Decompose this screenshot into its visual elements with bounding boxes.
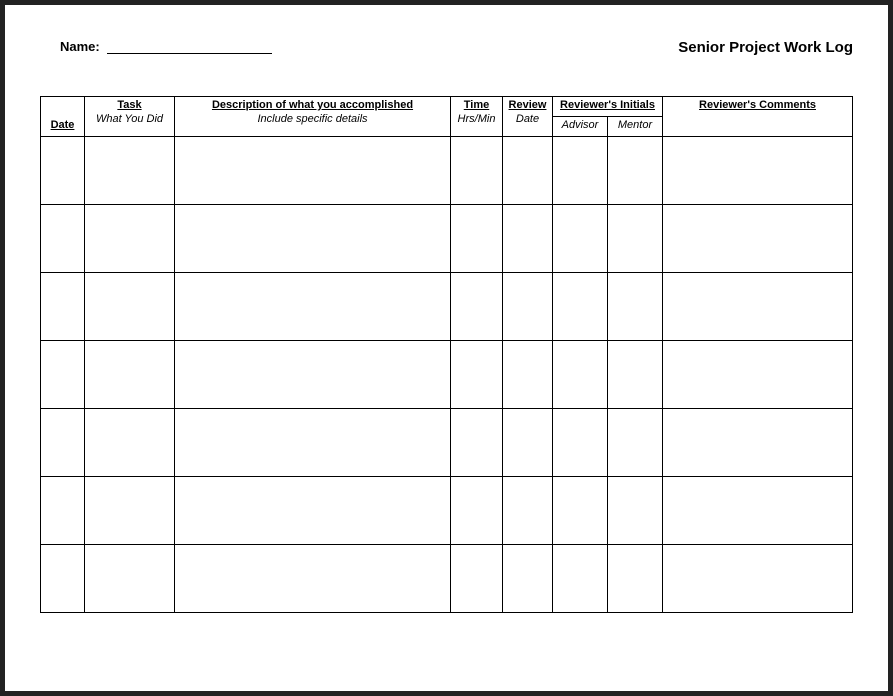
- table-cell[interactable]: [553, 136, 608, 204]
- table-cell[interactable]: [503, 136, 553, 204]
- table-row: [41, 204, 853, 272]
- table-cell[interactable]: [608, 476, 663, 544]
- table-cell[interactable]: [175, 408, 451, 476]
- table-cell[interactable]: [41, 476, 85, 544]
- table-cell[interactable]: [451, 408, 503, 476]
- table-cell[interactable]: [41, 272, 85, 340]
- table-cell[interactable]: [175, 340, 451, 408]
- table-body: [41, 136, 853, 612]
- col-task: Task What You Did: [85, 97, 175, 137]
- name-input-line[interactable]: [107, 53, 272, 54]
- col-mentor: Mentor: [608, 116, 663, 136]
- table-cell[interactable]: [41, 204, 85, 272]
- table-cell[interactable]: [663, 340, 853, 408]
- table-cell[interactable]: [663, 136, 853, 204]
- table-cell[interactable]: [175, 544, 451, 612]
- col-review: Review Date: [503, 97, 553, 137]
- table-cell[interactable]: [451, 136, 503, 204]
- table-cell[interactable]: [451, 204, 503, 272]
- table-row: [41, 476, 853, 544]
- table-cell[interactable]: [175, 272, 451, 340]
- name-label: Name:: [60, 39, 100, 54]
- col-time-label: Time: [453, 99, 500, 113]
- table-cell[interactable]: [503, 272, 553, 340]
- col-task-sub: What You Did: [87, 113, 172, 127]
- table-cell[interactable]: [553, 272, 608, 340]
- header-row-1: Date Task What You Did Description of wh…: [41, 97, 853, 117]
- name-field: Name:: [60, 39, 272, 54]
- table-cell[interactable]: [553, 544, 608, 612]
- table-row: [41, 340, 853, 408]
- table-cell[interactable]: [663, 408, 853, 476]
- col-review-label: Review: [505, 99, 550, 113]
- col-reviewer-initials: Reviewer's Initials: [553, 97, 663, 117]
- table-cell[interactable]: [553, 204, 608, 272]
- table-cell[interactable]: [663, 544, 853, 612]
- col-time: Time Hrs/Min: [451, 97, 503, 137]
- table-cell[interactable]: [608, 136, 663, 204]
- table-cell[interactable]: [451, 544, 503, 612]
- table-cell[interactable]: [85, 408, 175, 476]
- table-cell[interactable]: [175, 136, 451, 204]
- table-cell[interactable]: [503, 408, 553, 476]
- col-date-label: Date: [51, 119, 75, 131]
- table-cell[interactable]: [503, 340, 553, 408]
- col-comments-label: Reviewer's Comments: [699, 99, 816, 111]
- table-cell[interactable]: [451, 476, 503, 544]
- table-row: [41, 272, 853, 340]
- table-cell[interactable]: [553, 408, 608, 476]
- table-cell[interactable]: [503, 476, 553, 544]
- table-cell[interactable]: [503, 544, 553, 612]
- col-time-sub: Hrs/Min: [453, 113, 500, 127]
- table-cell[interactable]: [85, 340, 175, 408]
- table-cell[interactable]: [175, 476, 451, 544]
- table-row: [41, 544, 853, 612]
- table-cell[interactable]: [663, 204, 853, 272]
- table-cell[interactable]: [41, 136, 85, 204]
- table-cell[interactable]: [85, 272, 175, 340]
- table-cell[interactable]: [175, 204, 451, 272]
- table-cell[interactable]: [503, 204, 553, 272]
- table-cell[interactable]: [608, 408, 663, 476]
- table-cell[interactable]: [608, 340, 663, 408]
- work-log-table: Date Task What You Did Description of wh…: [40, 96, 853, 613]
- table-cell[interactable]: [663, 476, 853, 544]
- table-cell[interactable]: [85, 136, 175, 204]
- table-cell[interactable]: [85, 204, 175, 272]
- table-cell[interactable]: [41, 544, 85, 612]
- table-row: [41, 136, 853, 204]
- table-cell[interactable]: [451, 340, 503, 408]
- document-title: Senior Project Work Log: [678, 39, 853, 56]
- table-cell[interactable]: [663, 272, 853, 340]
- table-cell[interactable]: [451, 272, 503, 340]
- table-cell[interactable]: [553, 476, 608, 544]
- col-advisor-label: Advisor: [562, 119, 599, 131]
- col-desc-label: Description of what you accomplished: [177, 99, 448, 113]
- col-description: Description of what you accomplished Inc…: [175, 97, 451, 137]
- table-cell[interactable]: [85, 476, 175, 544]
- table-cell[interactable]: [85, 544, 175, 612]
- table-cell[interactable]: [608, 204, 663, 272]
- col-mentor-label: Mentor: [618, 119, 652, 131]
- table-row: [41, 408, 853, 476]
- table-cell[interactable]: [608, 544, 663, 612]
- col-review-sub: Date: [505, 113, 550, 127]
- table-cell[interactable]: [553, 340, 608, 408]
- table-cell[interactable]: [41, 408, 85, 476]
- col-desc-sub: Include specific details: [177, 113, 448, 127]
- col-date: Date: [41, 97, 85, 137]
- col-task-label: Task: [87, 99, 172, 113]
- page-header: Name: Senior Project Work Log: [40, 35, 853, 56]
- col-initials-label: Reviewer's Initials: [560, 99, 655, 111]
- col-comments: Reviewer's Comments: [663, 97, 853, 137]
- table-cell[interactable]: [41, 340, 85, 408]
- col-advisor: Advisor: [553, 116, 608, 136]
- table-cell[interactable]: [608, 272, 663, 340]
